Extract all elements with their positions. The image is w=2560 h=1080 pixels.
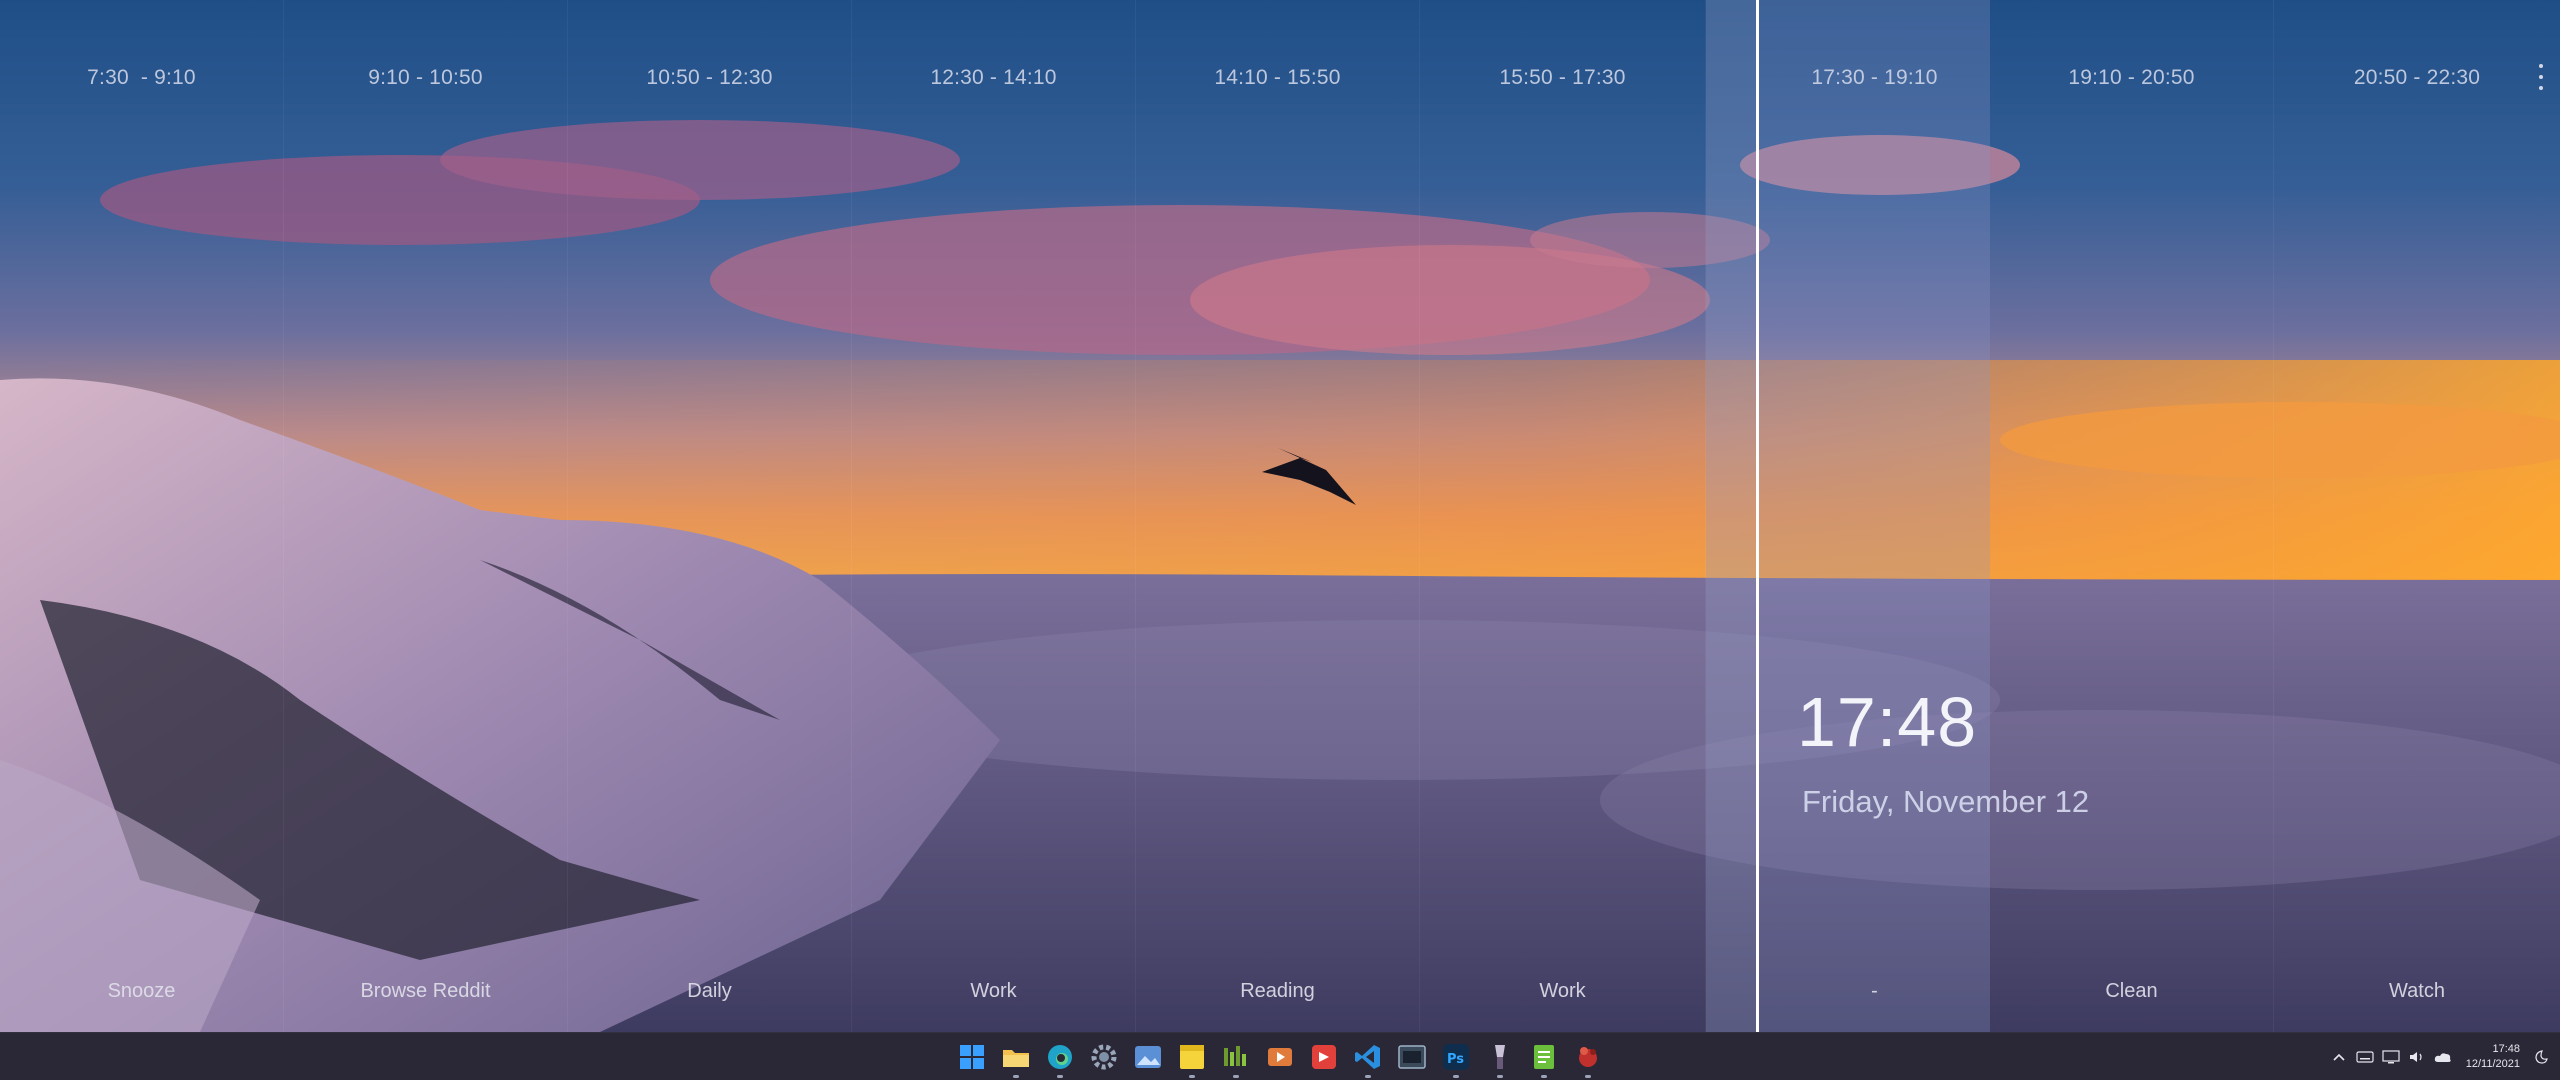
time-slot-column[interactable]: 9:10 - 10:50 Browse Reddit xyxy=(284,0,568,1032)
taskbar-clock[interactable]: 17:48 12/11/2021 xyxy=(2456,1042,2528,1072)
keyboard-icon[interactable] xyxy=(2352,1044,2378,1070)
current-time-indicator xyxy=(1756,0,1759,1032)
time-slot-column-current[interactable]: 17:30 - 19:10 - xyxy=(1759,0,1990,1032)
time-slot-column[interactable]: 12:30 - 14:10 Work xyxy=(852,0,1136,1032)
time-slot-range: 7:30 - 9:10 xyxy=(87,66,196,89)
photoshop-icon[interactable]: Ps xyxy=(1440,1041,1472,1078)
svg-text:Ps: Ps xyxy=(1447,1052,1464,1067)
time-slot-column[interactable]: 14:10 - 15:50 Reading xyxy=(1136,0,1420,1032)
notification-icon[interactable] xyxy=(2528,1044,2554,1070)
chevron-up-icon[interactable] xyxy=(2326,1044,2352,1070)
cloud-icon[interactable] xyxy=(2430,1044,2456,1070)
system-tray: 17:48 12/11/2021 xyxy=(2326,1033,2560,1080)
clock-time: 17:48 xyxy=(1797,683,1978,761)
sticky-notes-icon[interactable] xyxy=(1176,1041,1208,1078)
time-slot-task[interactable]: Work xyxy=(852,980,1135,1003)
taskbar-apps: Ps xyxy=(956,1041,1604,1078)
terminal-icon[interactable] xyxy=(1396,1041,1428,1073)
notepad-icon[interactable] xyxy=(1528,1041,1560,1078)
current-period-highlight-strip xyxy=(1706,0,1758,1032)
clock-date: Friday, November 12 xyxy=(1802,784,2090,819)
edge-browser-icon[interactable] xyxy=(1044,1041,1076,1078)
time-slot-column[interactable]: 20:50 - 22:30 Watch xyxy=(2274,0,2560,1032)
time-slot-task[interactable]: Clean xyxy=(1990,980,2273,1003)
time-slot-task[interactable]: Watch xyxy=(2274,980,2560,1003)
schedule-grid: 7:30 - 9:10 Snooze 9:10 - 10:50 Browse R… xyxy=(0,0,2560,1032)
display-icon[interactable] xyxy=(2378,1044,2404,1070)
windows-logo-icon[interactable] xyxy=(956,1041,988,1073)
vscode-icon[interactable] xyxy=(1352,1041,1384,1078)
volume-icon[interactable] xyxy=(2404,1044,2430,1070)
nvidia-icon[interactable] xyxy=(1220,1041,1252,1078)
paint-tool-icon[interactable] xyxy=(1484,1041,1516,1078)
time-slot-task[interactable]: Browse Reddit xyxy=(284,980,567,1003)
media-player-icon[interactable] xyxy=(1264,1041,1296,1073)
time-slot-task[interactable]: Reading xyxy=(1136,980,1419,1003)
taskbar-date: 12/11/2021 xyxy=(2465,1058,2520,1070)
game-icon[interactable] xyxy=(1572,1041,1604,1078)
time-slot-column[interactable]: 19:10 - 20:50 Clean xyxy=(1990,0,2274,1032)
time-slot-column[interactable]: 15:50 - 17:30 Work xyxy=(1420,0,1706,1032)
taskbar-time: 17:48 xyxy=(2492,1043,2520,1055)
time-slot-task[interactable]: Daily xyxy=(568,980,851,1003)
time-slot-range: 20:50 - 22:30 xyxy=(2353,66,2481,89)
more-options-icon[interactable] xyxy=(2534,64,2548,90)
taskbar: Ps 17:48 12/11/2021 xyxy=(0,1032,2560,1080)
time-slot-task[interactable]: Snooze xyxy=(0,980,283,1003)
time-slot-range: 10:50 - 12:30 xyxy=(646,66,773,89)
photos-icon[interactable] xyxy=(1132,1041,1164,1073)
recorder-icon[interactable] xyxy=(1308,1041,1340,1073)
gear-icon[interactable] xyxy=(1088,1041,1120,1073)
time-slot-column[interactable]: 7:30 - 9:10 Snooze xyxy=(0,0,284,1032)
time-slot-range: 9:10 - 10:50 xyxy=(368,66,483,89)
time-slot-column[interactable]: 10:50 - 12:30 Daily xyxy=(568,0,852,1032)
time-slot-range: 14:10 - 15:50 xyxy=(1214,66,1341,89)
time-slot-range: 12:30 - 14:10 xyxy=(930,66,1057,89)
time-slot-range: 19:10 - 20:50 xyxy=(2068,66,2195,89)
folder-icon[interactable] xyxy=(1000,1041,1032,1078)
